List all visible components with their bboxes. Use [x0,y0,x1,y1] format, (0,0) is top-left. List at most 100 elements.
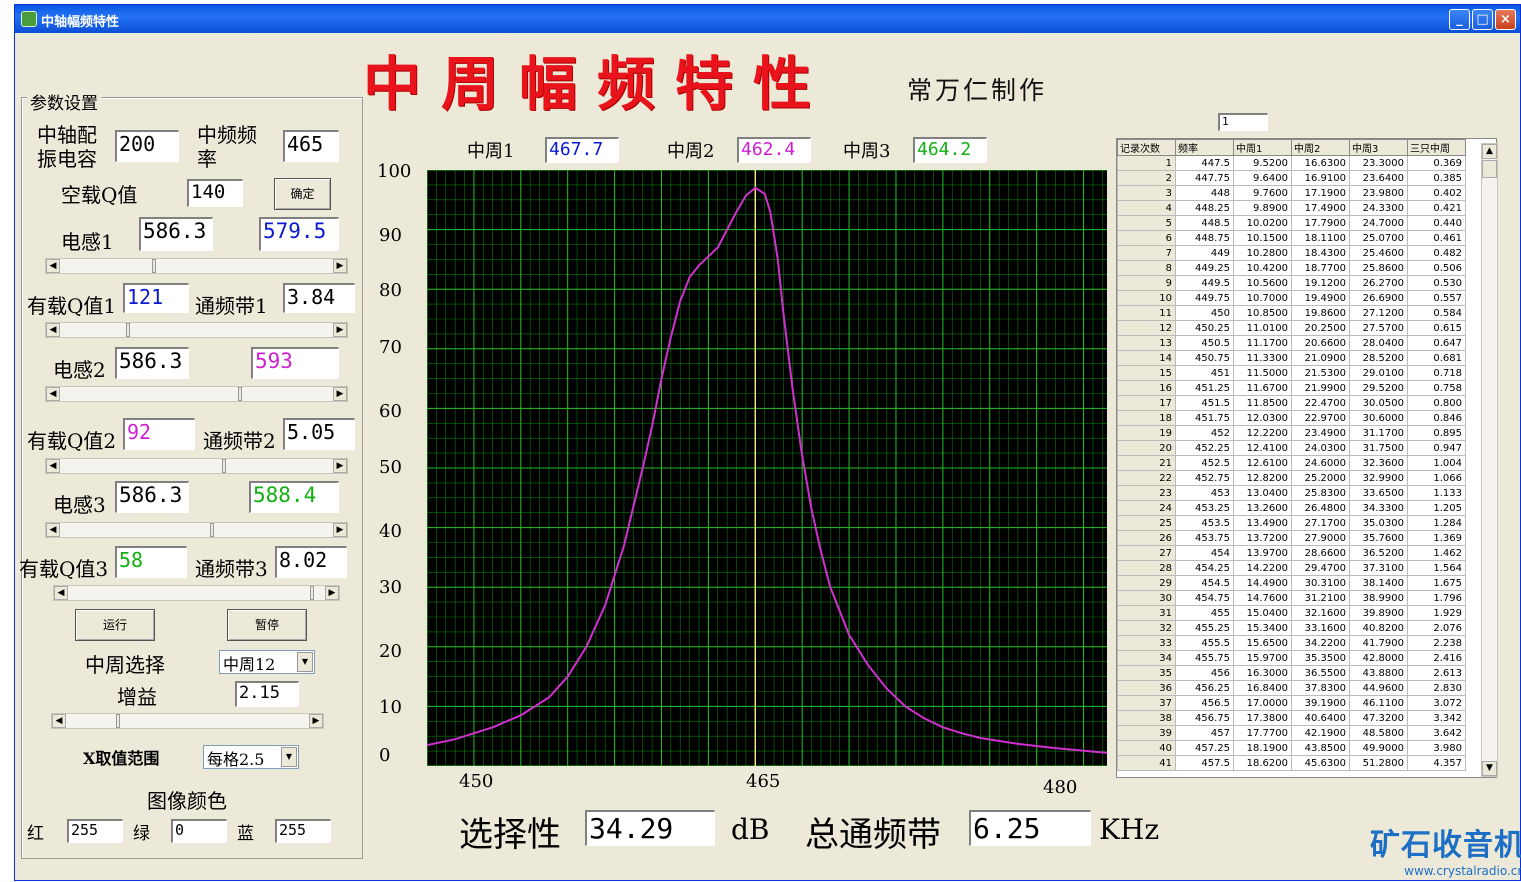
table-cell[interactable]: 453 [1175,485,1234,501]
table-cell[interactable]: 3.642 [1407,725,1466,741]
table-cell[interactable]: 10.0200 [1233,215,1292,231]
table-cell[interactable]: 457.25 [1175,740,1234,756]
table-cell[interactable]: 18.7700 [1291,260,1350,276]
table-cell[interactable]: 12.4100 [1233,440,1292,456]
table-cell[interactable]: 456 [1175,665,1234,681]
table-cell[interactable]: 450.75 [1175,350,1234,366]
table-cell[interactable]: 30 [1117,590,1176,606]
table-cell[interactable]: 10.7000 [1233,290,1292,306]
table-cell[interactable]: 24.3300 [1349,200,1408,216]
table-cell[interactable]: 17.3800 [1233,710,1292,726]
slider-thumb[interactable] [238,387,242,401]
table-cell[interactable]: 0.402 [1407,185,1466,201]
scroll-up-icon[interactable]: ▲ [1482,144,1497,159]
confirm-button[interactable]: 确定 [274,178,331,210]
table-row[interactable]: 23 453 13.0400 25.8300 33.6500 1.133 [1117,485,1466,501]
table-cell[interactable]: 9.7600 [1233,185,1292,201]
table-cell[interactable]: 42.8000 [1349,650,1408,666]
scroll-left-icon[interactable]: ◀ [46,323,60,337]
table-cell[interactable]: 6 [1117,230,1176,246]
table-cell[interactable]: 0.461 [1407,230,1466,246]
table-cell[interactable]: 27 [1117,545,1176,561]
close-button[interactable]: × [1495,9,1516,30]
table-cell[interactable]: 451 [1175,365,1234,381]
column-header[interactable]: 记录次数 [1117,139,1176,156]
table-cell[interactable]: 2.613 [1407,665,1466,681]
table-cell[interactable]: 19.8600 [1291,305,1350,321]
table-cell[interactable]: 1.675 [1407,575,1466,591]
table-cell[interactable]: 2.416 [1407,650,1466,666]
table-cell[interactable]: 16.3000 [1233,665,1292,681]
table-cell[interactable]: 2 [1117,170,1176,186]
table-cell[interactable]: 16.6300 [1291,155,1350,171]
data-grid[interactable]: 记录次数 频率 中周1 中周2 中周3 三只中周 1 447.5 9.5200 16.6300 2… [1116,138,1497,778]
if-input[interactable]: 465 [283,130,339,162]
table-cell[interactable]: 27.1700 [1291,515,1350,531]
scroll-left-icon[interactable]: ◀ [46,387,60,401]
table-row[interactable]: 37 456.5 17.0000 39.1900 46.1100 3.072 [1117,695,1466,711]
table-cell[interactable]: 452.75 [1175,470,1234,486]
table-row[interactable]: 27 454 13.9700 28.6600 36.5200 1.462 [1117,545,1466,561]
scroll-right-icon[interactable]: ▶ [333,259,347,273]
table-cell[interactable]: 17.7900 [1291,215,1350,231]
table-cell[interactable]: 3 [1117,185,1176,201]
table-cell[interactable]: 20.2500 [1291,320,1350,336]
table-cell[interactable]: 2.830 [1407,680,1466,696]
table-cell[interactable]: 30.3100 [1291,575,1350,591]
l2-slider[interactable]: ◀ ▶ [45,386,348,402]
table-cell[interactable]: 37 [1117,695,1176,711]
table-cell[interactable]: 13.2600 [1233,500,1292,516]
table-row[interactable]: 12 450.25 11.0100 20.2500 27.5700 0.615 [1117,320,1466,336]
table-row[interactable]: 3 448 9.7600 17.1900 23.9800 0.402 [1117,185,1466,201]
scroll-thumb[interactable] [1482,160,1497,178]
table-cell[interactable]: 456.25 [1175,680,1234,696]
table-row[interactable]: 19 452 12.2200 23.4900 31.1700 0.895 [1117,425,1466,441]
table-cell[interactable]: 49.9000 [1349,740,1408,756]
table-cell[interactable]: 34.2200 [1291,635,1350,651]
table-cell[interactable]: 16.8400 [1233,680,1292,696]
table-cell[interactable]: 455.5 [1175,635,1234,651]
table-cell[interactable]: 449.5 [1175,275,1234,291]
table-cell[interactable]: 11.1700 [1233,335,1292,351]
scroll-right-icon[interactable]: ▶ [333,459,347,473]
table-cell[interactable]: 454.25 [1175,560,1234,576]
table-row[interactable]: 22 452.75 12.8200 25.2000 32.9900 1.066 [1117,470,1466,486]
chevron-down-icon[interactable]: ▼ [281,747,297,767]
table-cell[interactable]: 13.9700 [1233,545,1292,561]
table-cell[interactable]: 30.0500 [1349,395,1408,411]
table-cell[interactable]: 30.6000 [1349,410,1408,426]
table-cell[interactable]: 45.6300 [1291,755,1350,771]
scroll-left-icon[interactable]: ◀ [46,259,60,273]
table-row[interactable]: 20 452.25 12.4100 24.0300 31.7500 0.947 [1117,440,1466,456]
table-cell[interactable]: 4 [1117,200,1176,216]
table-row[interactable]: 29 454.5 14.4900 30.3100 38.1400 1.675 [1117,575,1466,591]
red-input[interactable]: 255 [67,819,123,843]
table-cell[interactable]: 32 [1117,620,1176,636]
table-row[interactable]: 34 455.75 15.9700 35.3500 42.8000 2.416 [1117,650,1466,666]
table-cell[interactable]: 1.205 [1407,500,1466,516]
table-cell[interactable]: 20 [1117,440,1176,456]
table-cell[interactable]: 0.385 [1407,170,1466,186]
table-cell[interactable]: 29.0100 [1349,365,1408,381]
table-cell[interactable]: 0.800 [1407,395,1466,411]
table-cell[interactable]: 21 [1117,455,1176,471]
table-cell[interactable]: 36.5500 [1291,665,1350,681]
table-row[interactable]: 7 449 10.2800 18.4300 25.4600 0.482 [1117,245,1466,261]
scroll-right-icon[interactable]: ▶ [325,586,339,600]
q3-slider[interactable]: ◀ ▶ [53,585,340,601]
table-cell[interactable]: 1.564 [1407,560,1466,576]
table-cell[interactable]: 450 [1175,305,1234,321]
table-cell[interactable]: 8 [1117,260,1176,276]
table-cell[interactable]: 27.9000 [1291,530,1350,546]
table-cell[interactable]: 16.9100 [1291,170,1350,186]
table-cell[interactable]: 37.3100 [1349,560,1408,576]
table-cell[interactable]: 15.9700 [1233,650,1292,666]
l1-input[interactable]: 586.3 [139,217,213,251]
table-row[interactable]: 40 457.25 18.1900 43.8500 49.9000 3.980 [1117,740,1466,756]
column-header[interactable]: 中周2 [1291,139,1350,156]
table-cell[interactable]: 17 [1117,395,1176,411]
table-cell[interactable]: 31 [1117,605,1176,621]
table-cell[interactable]: 9.8900 [1233,200,1292,216]
table-cell[interactable]: 457.5 [1175,755,1234,771]
table-cell[interactable]: 0.369 [1407,155,1466,171]
